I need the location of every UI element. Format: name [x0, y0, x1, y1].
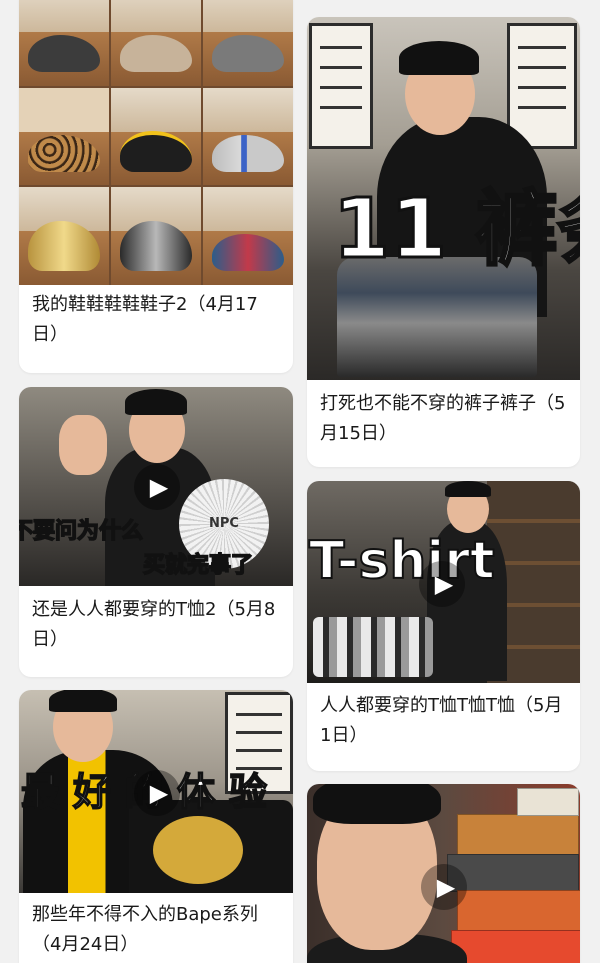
video-title[interactable]: 还是人人都要穿的T恤2（5月8日） — [32, 595, 281, 655]
thumbnail-bape[interactable]: 最好的体验 ▶ — [19, 690, 293, 893]
video-title[interactable]: 人人都要穿的T恤T恤T恤（5月1日） — [320, 691, 568, 751]
video-title[interactable]: 那些年不得不入的Bape系列（4月24日） — [32, 900, 281, 960]
shoe-photo — [111, 0, 201, 86]
shoe-photo — [203, 187, 293, 285]
shoebox — [451, 930, 580, 963]
hair — [313, 784, 441, 824]
overlay-title: T-shirt — [308, 530, 496, 592]
tshirt-stacks — [313, 617, 433, 677]
black-cap — [399, 41, 479, 75]
video-subtitle: 不要问为什么 — [19, 518, 144, 545]
shoe-photo — [111, 87, 201, 186]
calligraphy-scroll — [309, 23, 373, 149]
video-subtitle: 买就完事了 — [142, 552, 254, 579]
play-icon[interactable]: ▶ — [134, 770, 180, 816]
video-feed: 我的鞋鞋鞋鞋鞋子2（4月17日） 11 裤条 打死也不能不穿的裤子裤子（5月15… — [0, 0, 600, 963]
shoebox — [517, 788, 579, 816]
video-card[interactable]: ▶ — [307, 784, 580, 963]
play-icon[interactable]: ▶ — [421, 864, 467, 910]
shoebox — [457, 814, 579, 856]
black-cap — [125, 389, 187, 415]
thumbnail-tshirt[interactable]: T-shirt ▶ — [307, 481, 580, 683]
bape-ape-head — [153, 816, 243, 884]
video-card[interactable]: 11 裤条 打死也不能不穿的裤子裤子（5月15日） — [307, 17, 580, 467]
video-card[interactable]: 最好的体验 ▶ 那些年不得不入的Bape系列（4月24日） — [19, 690, 293, 963]
shoe-grid — [19, 0, 293, 285]
shoebox — [457, 890, 580, 932]
thumbnail-pants[interactable]: 11 裤条 — [307, 17, 580, 380]
video-title[interactable]: 我的鞋鞋鞋鞋鞋子2（4月17日） — [32, 290, 281, 350]
play-icon[interactable]: ▶ — [419, 561, 465, 607]
black-cap — [445, 481, 491, 497]
thumbnail-shoeboxes[interactable]: ▶ — [307, 784, 580, 963]
shoe-photo — [203, 87, 293, 186]
video-card[interactable]: T-shirt ▶ 人人都要穿的T恤T恤T恤（5月1日） — [307, 481, 580, 771]
shoe-photo — [111, 187, 201, 285]
shoe-photo — [19, 187, 109, 285]
black-cap — [49, 690, 117, 712]
raised-hand — [59, 415, 107, 475]
shoe-photo — [19, 0, 109, 86]
video-title[interactable]: 打死也不能不穿的裤子裤子（5月15日） — [320, 389, 568, 449]
video-card[interactable]: 我的鞋鞋鞋鞋鞋子2（4月17日） — [19, 0, 293, 373]
thumbnail-shoe-collection[interactable] — [19, 0, 293, 285]
video-card[interactable]: NPC ▶ 不要问为什么 买就完事了 还是人人都要穿的T恤2（5月8日） — [19, 387, 293, 677]
thumbnail-tshirt-2[interactable]: NPC ▶ 不要问为什么 买就完事了 — [19, 387, 293, 586]
overlay-title: 11 裤条 — [332, 182, 580, 277]
shoe-photo — [19, 87, 109, 186]
play-icon[interactable]: ▶ — [134, 464, 180, 510]
shoe-photo — [203, 0, 293, 86]
